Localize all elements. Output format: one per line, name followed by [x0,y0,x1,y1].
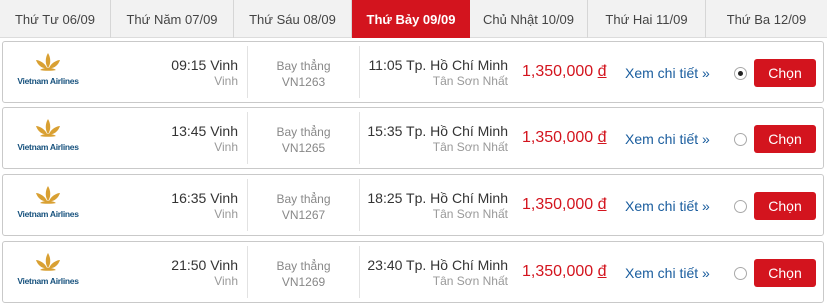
view-details-link[interactable]: Xem chi tiết » [625,265,710,281]
departure-time: 13:45 Vinh [171,123,238,139]
divider [359,46,360,98]
currency-symbol: đ [597,63,607,80]
flight-info: Bay thẳng VN1267 [248,191,359,223]
airline-logo: Vietnam Airlines [9,52,87,92]
price-value: 1,350,000 [522,129,594,146]
arrival-time: 15:35 Tp. Hồ Chí Minh [367,123,508,139]
choose-button[interactable]: Chọn [754,259,816,287]
tab-date-10-09[interactable]: Chủ Nhật 10/09 [470,0,588,38]
flight-info: Bay thẳng VN1269 [248,258,359,290]
lotus-icon [36,53,60,71]
flight-type: Bay thẳng [276,125,331,139]
select-radio[interactable] [734,200,747,213]
airline-logo: Vietnam Airlines [9,185,87,225]
airline-name: Vietnam Airlines [17,142,79,152]
departure-airport: Vinh [214,207,238,221]
arrival: 15:35 Tp. Hồ Chí Minh Tân Sơn Nhất [367,123,508,155]
airline-name: Vietnam Airlines [17,209,79,219]
arrival: 23:40 Tp. Hồ Chí Minh Tân Sơn Nhất [367,257,508,289]
currency-symbol: đ [597,129,607,146]
arrival-time: 23:40 Tp. Hồ Chí Minh [367,257,508,273]
tab-date-11-09[interactable]: Thứ Hai 11/09 [588,0,706,38]
price: 1,350,000 đ [522,196,607,214]
view-details-link[interactable]: Xem chi tiết » [625,65,710,81]
arrival-airport: Tân Sơn Nhất [432,74,508,88]
departure: 21:50 Vinh Vinh [171,257,238,289]
price: 1,350,000 đ [522,63,607,81]
arrival-airport: Tân Sơn Nhất [432,274,508,288]
flight-type: Bay thẳng [276,59,331,73]
arrival-airport: Tân Sơn Nhất [432,140,508,154]
flight-row: Vietnam Airlines 21:50 Vinh Vinh Bay thẳ… [2,241,824,303]
divider [359,112,360,164]
arrival: 18:25 Tp. Hồ Chí Minh Tân Sơn Nhất [367,190,508,222]
choose-button[interactable]: Chọn [754,59,816,87]
departure-time: 21:50 Vinh [171,257,238,273]
date-tabs: Thứ Tư 06/09 Thứ Năm 07/09 Thứ Sáu 08/09… [0,0,827,38]
price-value: 1,350,000 [522,63,594,80]
price: 1,350,000 đ [522,263,607,281]
departure-time: 09:15 Vinh [171,57,238,73]
flight-type: Bay thẳng [276,192,331,206]
flight-info: Bay thẳng VN1263 [248,58,359,90]
select-radio[interactable] [734,67,747,80]
price: 1,350,000 đ [522,129,607,147]
tab-date-12-09[interactable]: Thứ Ba 12/09 [706,0,827,38]
flight-row: Vietnam Airlines 13:45 Vinh Vinh Bay thẳ… [2,107,824,169]
flight-list: Vietnam Airlines 09:15 Vinh Vinh Bay thẳ… [2,41,824,307]
flight-code: VN1265 [281,141,326,155]
select-radio[interactable] [734,267,747,280]
lotus-icon [36,186,60,204]
airline-logo: Vietnam Airlines [9,118,87,158]
view-details-link[interactable]: Xem chi tiết » [625,198,710,214]
airline-logo: Vietnam Airlines [9,252,87,292]
flight-row: Vietnam Airlines 09:15 Vinh Vinh Bay thẳ… [2,41,824,103]
departure: 13:45 Vinh Vinh [171,123,238,155]
airline-name: Vietnam Airlines [17,76,79,86]
airline-name: Vietnam Airlines [17,276,79,286]
departure: 09:15 Vinh Vinh [171,57,238,89]
select-radio[interactable] [734,133,747,146]
price-value: 1,350,000 [522,263,594,280]
tab-date-06-09[interactable]: Thứ Tư 06/09 [0,0,111,38]
flight-info: Bay thẳng VN1265 [248,124,359,156]
departure: 16:35 Vinh Vinh [171,190,238,222]
divider [359,179,360,231]
divider [359,246,360,298]
lotus-icon [36,119,60,137]
flight-type: Bay thẳng [276,259,331,273]
flight-code: VN1263 [281,75,326,89]
departure-airport: Vinh [214,274,238,288]
flight-code: VN1267 [281,208,326,222]
lotus-icon [36,253,60,271]
departure-airport: Vinh [214,140,238,154]
choose-button[interactable]: Chọn [754,125,816,153]
departure-airport: Vinh [214,74,238,88]
tab-date-07-09[interactable]: Thứ Năm 07/09 [111,0,234,38]
tab-date-09-09[interactable]: Thứ Bảy 09/09 [352,0,470,38]
arrival-time: 11:05 Tp. Hồ Chí Minh [368,57,508,73]
currency-symbol: đ [597,196,607,213]
departure-time: 16:35 Vinh [171,190,238,206]
tab-date-08-09[interactable]: Thứ Sáu 08/09 [234,0,352,38]
currency-symbol: đ [597,263,607,280]
arrival-time: 18:25 Tp. Hồ Chí Minh [367,190,508,206]
choose-button[interactable]: Chọn [754,192,816,220]
arrival: 11:05 Tp. Hồ Chí Minh Tân Sơn Nhất [368,57,508,89]
price-value: 1,350,000 [522,196,594,213]
arrival-airport: Tân Sơn Nhất [432,207,508,221]
flight-row: Vietnam Airlines 16:35 Vinh Vinh Bay thẳ… [2,174,824,236]
view-details-link[interactable]: Xem chi tiết » [625,131,710,147]
flight-code: VN1269 [281,275,326,289]
